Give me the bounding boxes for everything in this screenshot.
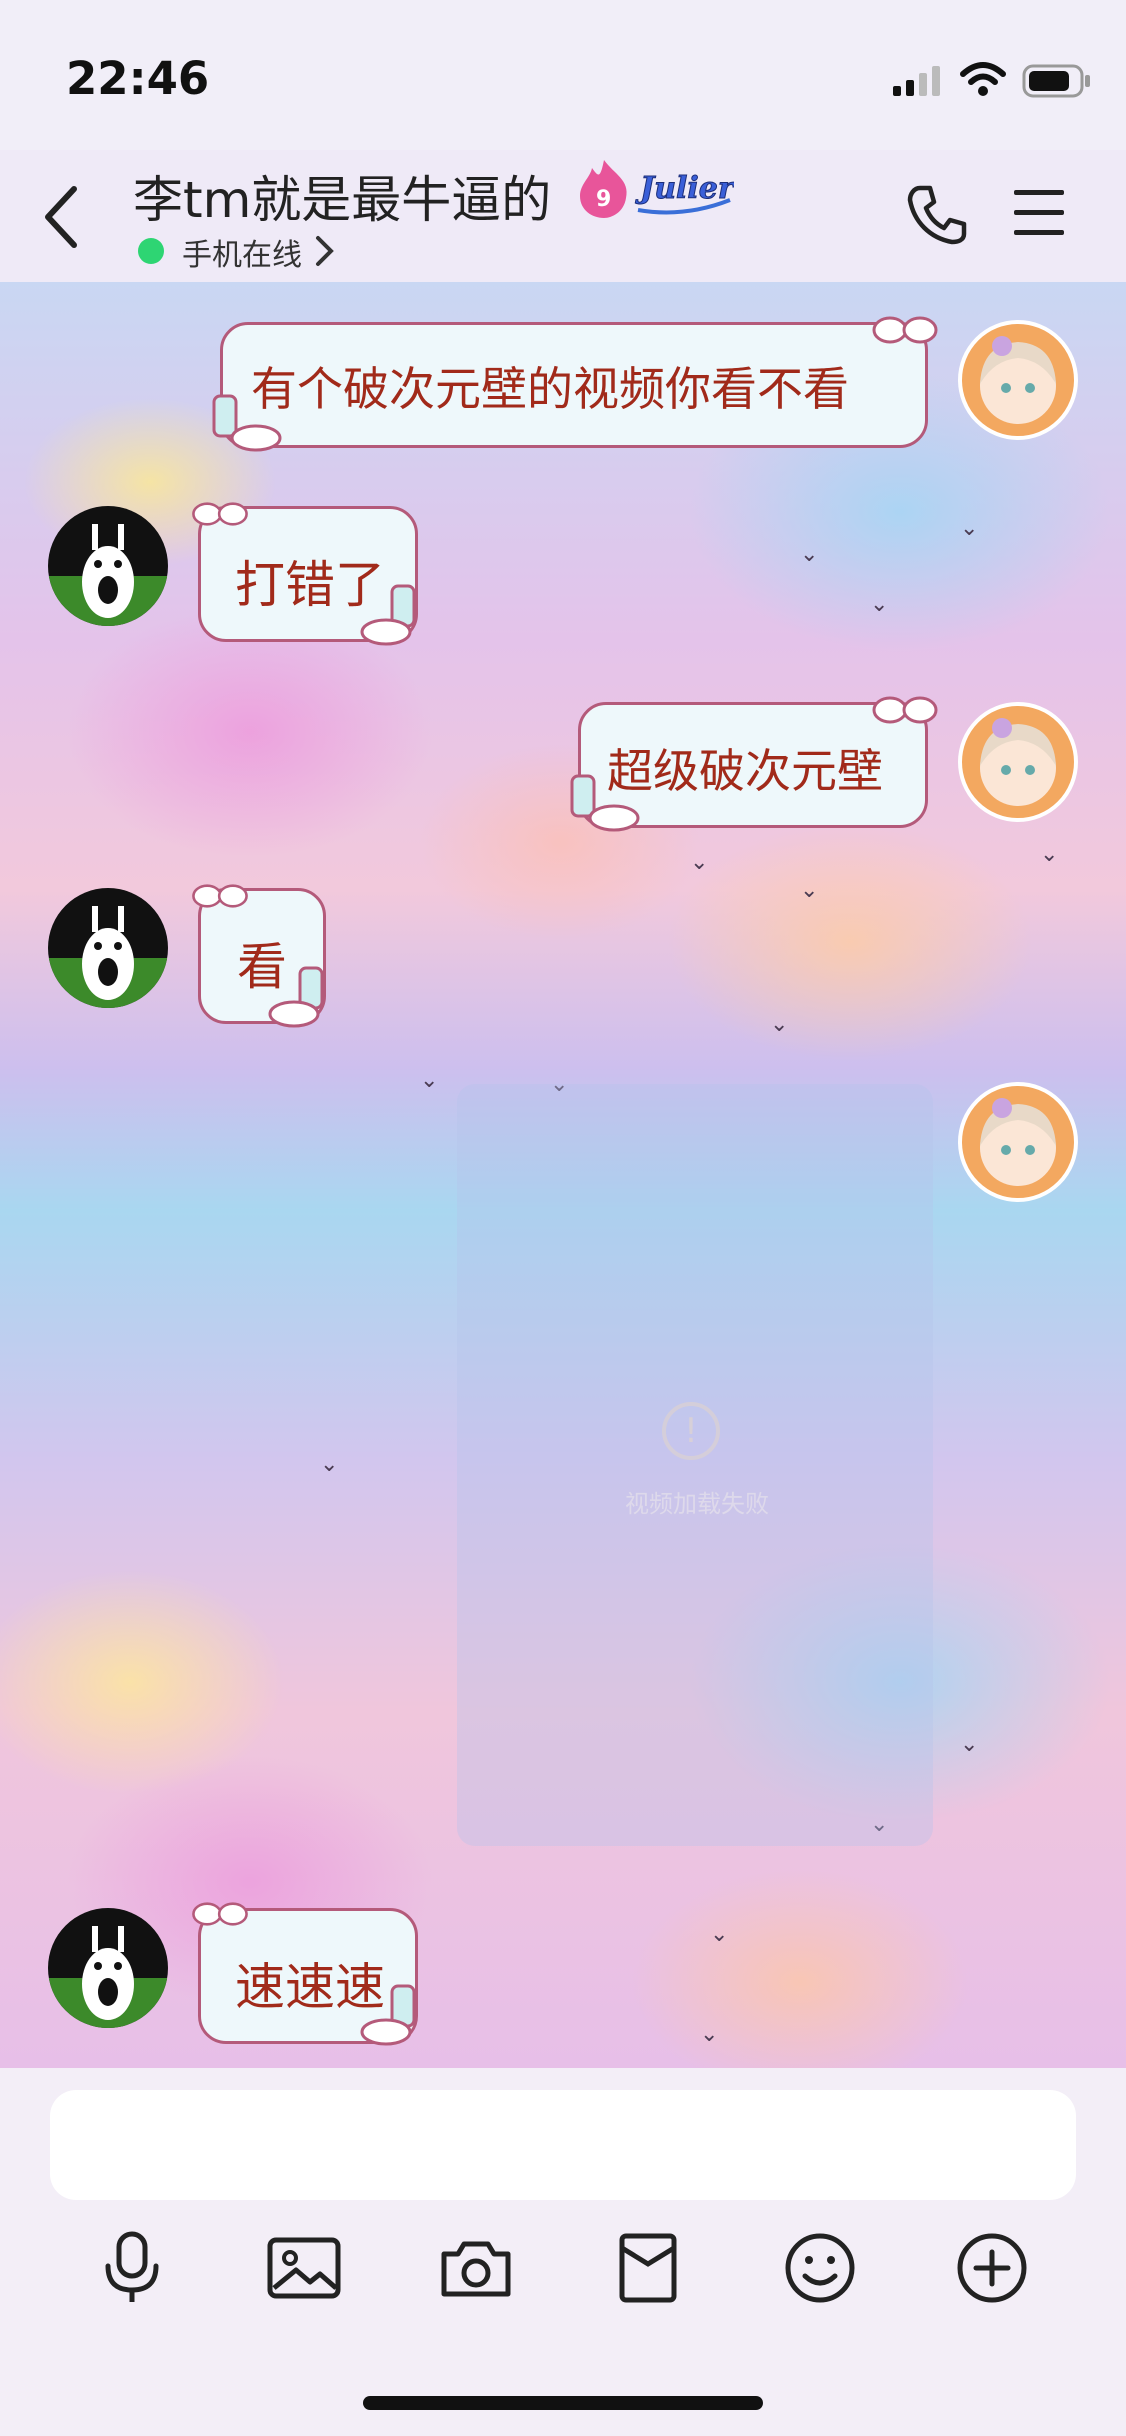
bottle-sticker-icon (360, 1984, 416, 2046)
bird-decoration: ⌄ (690, 850, 709, 875)
my-avatar[interactable] (958, 702, 1078, 822)
status-bar: 22:46 (0, 0, 1126, 150)
warning-icon: ! (662, 1402, 720, 1460)
flame-badge-icon: 9 (580, 160, 627, 218)
svg-text:9: 9 (596, 187, 611, 212)
image-icon[interactable] (264, 2228, 344, 2308)
contact-name[interactable]: 李tm就是最牛逼的 (133, 160, 551, 232)
chevron-right-icon[interactable] (314, 234, 336, 268)
chat-header: 李tm就是最牛逼的 9 Julier 手机在线 (0, 150, 1126, 282)
cellular-signal-icon (893, 66, 940, 96)
contact-avatar[interactable] (48, 506, 168, 626)
media-status-text: 视频加载失败 (625, 1490, 769, 1518)
goggles-sticker-icon (872, 696, 938, 724)
bird-decoration: ⌄ (960, 1732, 979, 1757)
bird-decoration: ⌄ (700, 2022, 719, 2047)
my-avatar[interactable] (958, 1082, 1078, 1202)
online-status: 手机在线 (182, 238, 302, 273)
phone-call-button[interactable] (906, 184, 968, 246)
input-bar (0, 2068, 1126, 2436)
goggles-sticker-icon (192, 1902, 248, 1926)
clock: 22:46 (66, 52, 210, 105)
bird-decoration: ⌄ (710, 1922, 729, 1947)
contact-avatar[interactable] (48, 1908, 168, 2028)
julier-badge-icon: Julier (635, 171, 734, 215)
bottle-sticker-icon (212, 394, 282, 452)
bird-decoration: ⌄ (800, 878, 819, 903)
bird-decoration: ⌄ (800, 542, 819, 567)
goggles-sticker-icon (192, 884, 248, 908)
message-text: 有个破次元壁的视频你看不看 (251, 362, 849, 416)
emoji-icon[interactable] (780, 2228, 860, 2308)
red-packet-icon[interactable] (608, 2228, 688, 2308)
bird-decoration: ⌄ (320, 1452, 339, 1477)
my-avatar[interactable] (958, 320, 1078, 440)
bird-decoration: ⌄ (1040, 842, 1059, 867)
chat-screen: 22:46 李tm就是最牛逼的 9 Julier 手机在线 ⌄ ⌄ ⌄ ⌄ ⌄ … (0, 0, 1126, 2436)
bottle-sticker-icon (268, 966, 324, 1028)
home-indicator[interactable] (363, 2396, 763, 2410)
svg-text:Julier: Julier (635, 171, 734, 206)
microphone-icon[interactable] (92, 2228, 172, 2308)
bird-decoration: ⌄ (770, 1012, 789, 1037)
battery-icon (1022, 64, 1090, 98)
bird-decoration: ⌄ (420, 1068, 439, 1093)
menu-button[interactable] (1012, 188, 1066, 238)
message-text: 超级破次元壁 (607, 744, 883, 798)
message-input[interactable] (50, 2090, 1076, 2200)
bird-decoration: ⌄ (960, 516, 979, 541)
online-indicator (138, 238, 164, 264)
back-button[interactable] (40, 185, 80, 249)
plus-icon[interactable] (952, 2228, 1032, 2308)
bird-decoration: ⌄ (870, 592, 889, 617)
contact-avatar[interactable] (48, 888, 168, 1008)
bottle-sticker-icon (360, 584, 416, 646)
bottle-sticker-icon (570, 774, 640, 832)
goggles-sticker-icon (872, 316, 938, 344)
message-bubble[interactable]: 有个破次元壁的视频你看不看 (220, 322, 928, 448)
failed-media-message[interactable]: ! 视频加载失败 (457, 1084, 933, 1846)
wifi-icon (960, 62, 1006, 96)
goggles-sticker-icon (192, 502, 248, 526)
camera-icon[interactable] (436, 2228, 516, 2308)
